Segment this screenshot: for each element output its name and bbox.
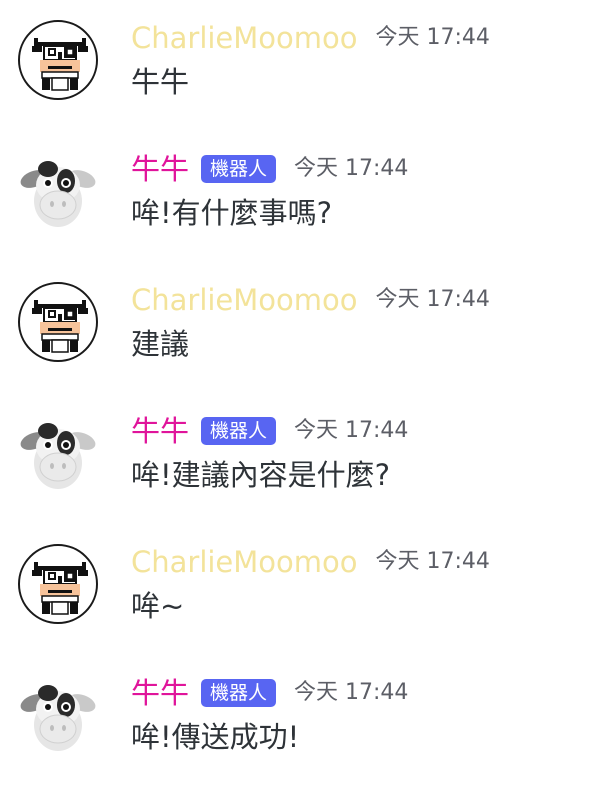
message-content: 哞!建議內容是什麼?: [131, 458, 391, 492]
username[interactable]: CharlieMoomoo: [131, 540, 358, 584]
message-content: 哞~: [131, 589, 185, 623]
message-header: 牛牛 機器人 今天 17:44: [131, 147, 408, 191]
bot-avatar[interactable]: [18, 673, 98, 753]
pixel-cow-avatar-icon: [32, 562, 88, 615]
plush-cow-avatar-icon: [20, 685, 96, 751]
bot-tag: 機器人: [201, 417, 277, 445]
pixel-cow-avatar-icon: [32, 38, 88, 91]
chat-message: 牛牛 機器人 今天 17:44 哞!傳送成功!: [0, 655, 608, 765]
chat-message: CharlieMoomoo 今天 17:44 建議: [0, 262, 608, 372]
message-header: CharlieMoomoo 今天 17:44: [131, 540, 490, 584]
username[interactable]: 牛牛: [131, 409, 189, 453]
bot-avatar[interactable]: [18, 149, 98, 229]
bot-tag: 機器人: [201, 155, 277, 183]
timestamp: 今天 17:44: [294, 156, 409, 181]
plush-cow-avatar-icon: [20, 423, 96, 489]
timestamp: 今天 17:44: [375, 25, 490, 50]
user-avatar[interactable]: [18, 20, 98, 100]
message-header: CharlieMoomoo 今天 17:44: [131, 16, 490, 60]
message-header: 牛牛 機器人 今天 17:44: [131, 409, 408, 453]
message-content: 建議: [131, 327, 190, 361]
message-header: 牛牛 機器人 今天 17:44: [131, 671, 408, 715]
bot-avatar[interactable]: [18, 411, 98, 491]
chat-message-list: CharlieMoomoo 今天 17:44 牛牛 牛牛 機器人 今天 17:4…: [0, 0, 608, 790]
plush-cow-avatar-icon: [20, 161, 96, 227]
timestamp: 今天 17:44: [375, 287, 490, 312]
user-avatar[interactable]: [18, 282, 98, 362]
bot-tag: 機器人: [201, 679, 277, 707]
timestamp: 今天 17:44: [294, 418, 409, 443]
chat-message: CharlieMoomoo 今天 17:44 哞~: [0, 524, 608, 634]
message-content: 哞!有什麼事嗎?: [131, 196, 333, 230]
username[interactable]: CharlieMoomoo: [131, 16, 358, 60]
username[interactable]: 牛牛: [131, 671, 189, 715]
timestamp: 今天 17:44: [294, 680, 409, 705]
username[interactable]: CharlieMoomoo: [131, 278, 358, 322]
message-content: 牛牛: [131, 65, 190, 99]
timestamp: 今天 17:44: [375, 549, 490, 574]
message-content: 哞!傳送成功!: [131, 720, 300, 754]
user-avatar[interactable]: [18, 544, 98, 624]
chat-message: 牛牛 機器人 今天 17:44 哞!有什麼事嗎?: [0, 131, 608, 241]
username[interactable]: 牛牛: [131, 147, 189, 191]
chat-message: 牛牛 機器人 今天 17:44 哞!建議內容是什麼?: [0, 393, 608, 503]
message-header: CharlieMoomoo 今天 17:44: [131, 278, 490, 322]
pixel-cow-avatar-icon: [32, 300, 88, 353]
chat-message: CharlieMoomoo 今天 17:44 牛牛: [0, 0, 608, 110]
